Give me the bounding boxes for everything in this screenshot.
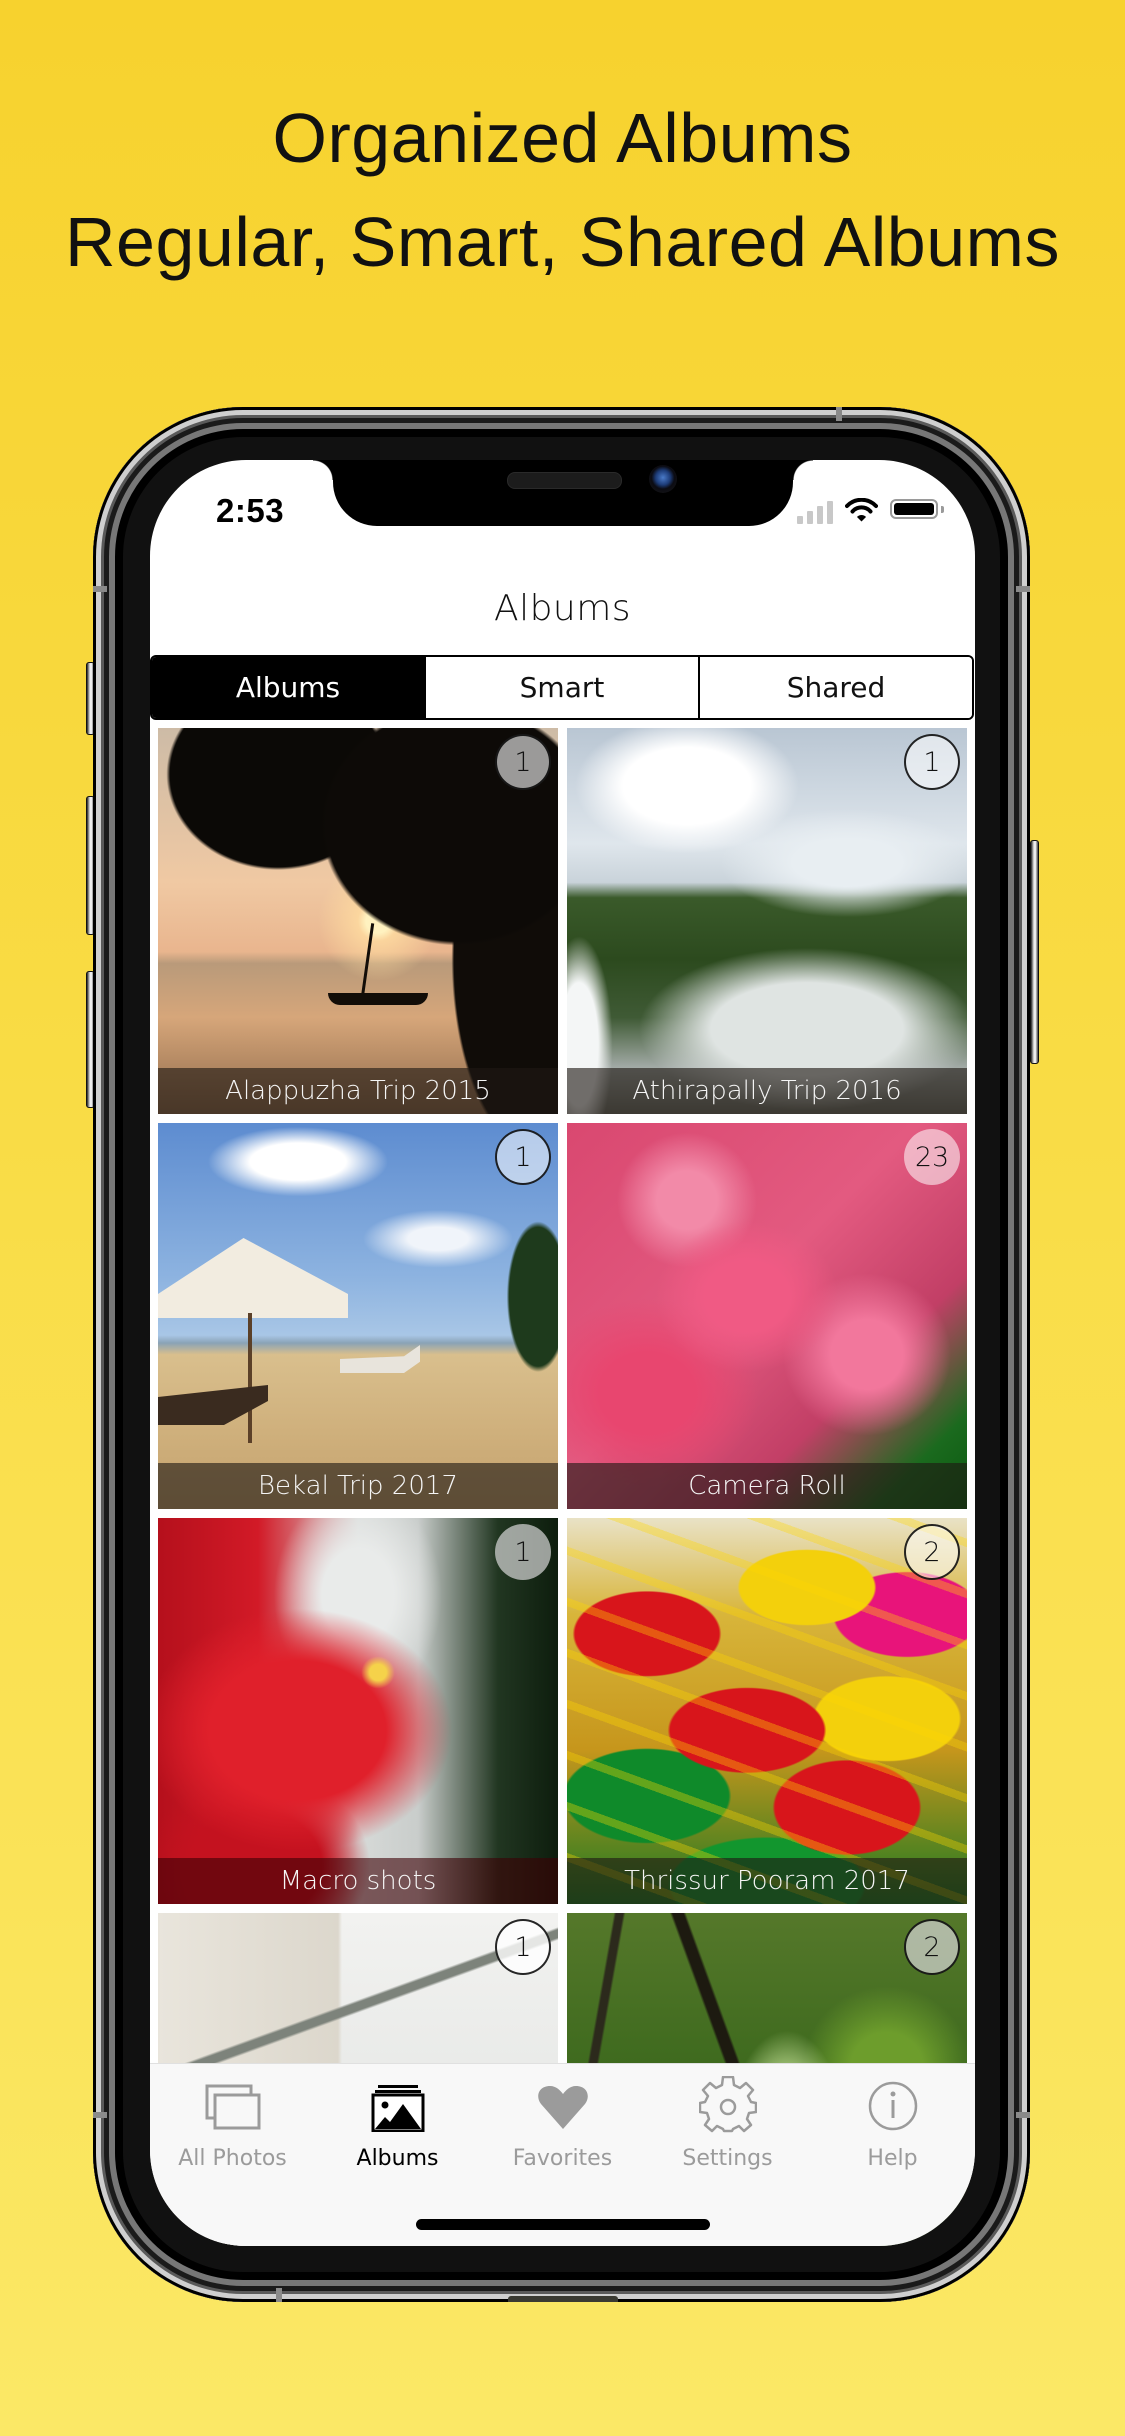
segment-smart[interactable]: Smart bbox=[424, 657, 698, 718]
heart-icon bbox=[537, 2086, 588, 2129]
album-title: Athirapally Trip 2016 bbox=[567, 1068, 967, 1114]
album-cover-image bbox=[567, 1123, 967, 1509]
lightning-port bbox=[508, 2296, 618, 2302]
wifi-icon bbox=[845, 498, 878, 522]
tab-albums[interactable]: Albums bbox=[315, 2064, 480, 2184]
album-cover-image bbox=[158, 1518, 558, 1904]
photo-count-badge: 2 bbox=[904, 1524, 960, 1580]
tab-label: Albums bbox=[356, 2146, 439, 2171]
album-cover-image bbox=[567, 1518, 967, 1904]
tab-settings[interactable]: Settings bbox=[645, 2064, 810, 2184]
album-title: Alappuzha Trip 2015 bbox=[158, 1068, 558, 1114]
album-title: Thrissur Pooram 2017 bbox=[567, 1858, 967, 1904]
photo-count-badge: 1 bbox=[495, 1524, 551, 1580]
tab-label: Help bbox=[867, 2146, 918, 2171]
earpiece-speaker bbox=[507, 472, 622, 489]
photo-count-badge: 2 bbox=[904, 1919, 960, 1975]
battery-tip bbox=[941, 506, 944, 513]
photo-count-badge: 1 bbox=[904, 734, 960, 790]
tab-help[interactable]: Help bbox=[810, 2064, 975, 2184]
album-tile[interactable]: 1 Athirapally Trip 2016 bbox=[567, 728, 967, 1114]
album-tile[interactable]: 2 Thrissur Pooram 2017 bbox=[567, 1518, 967, 1904]
photo-count-badge: 1 bbox=[495, 1129, 551, 1185]
tab-label: All Photos bbox=[178, 2146, 287, 2171]
headline-line-1: Organized Albums bbox=[272, 99, 853, 177]
album-tile[interactable]: 1 Bekal Trip 2017 bbox=[158, 1123, 558, 1509]
boat bbox=[328, 993, 428, 1005]
tab-bar: All Photos Albums Favorites Settings Hel… bbox=[150, 2063, 975, 2246]
tab-all-photos[interactable]: All Photos bbox=[150, 2064, 315, 2184]
headline-line-2: Regular, Smart, Shared Albums bbox=[65, 203, 1060, 281]
antenna-band bbox=[93, 2112, 107, 2118]
album-cover-image bbox=[567, 728, 967, 1114]
tab-label: Favorites bbox=[512, 2146, 613, 2171]
antenna-band bbox=[1016, 586, 1030, 592]
photo-count-badge: 1 bbox=[495, 734, 551, 790]
status-time: 2:53 bbox=[216, 492, 285, 529]
album-tile[interactable]: 23 Camera Roll bbox=[567, 1123, 967, 1509]
album-title: Bekal Trip 2017 bbox=[158, 1463, 558, 1509]
album-title: Camera Roll bbox=[567, 1463, 967, 1509]
album-title: Macro shots bbox=[158, 1858, 558, 1904]
umbrella-pole bbox=[248, 1313, 252, 1443]
photo-count-badge: 23 bbox=[904, 1129, 960, 1185]
album-tile[interactable]: 1 Macro shots bbox=[158, 1518, 558, 1904]
front-camera bbox=[649, 465, 677, 493]
photo-count-badge: 1 bbox=[495, 1919, 551, 1975]
gear-icon bbox=[698, 2076, 757, 2133]
albums-icon bbox=[371, 2085, 424, 2132]
page-title: Albums bbox=[493, 588, 632, 629]
album-type-segmented-control[interactable]: Albums Smart Shared bbox=[150, 655, 974, 720]
home-indicator[interactable] bbox=[416, 2219, 710, 2230]
power-button bbox=[1030, 840, 1039, 1064]
antenna-band bbox=[836, 407, 842, 421]
album-tile[interactable]: 1 Alappuzha Trip 2015 bbox=[158, 728, 558, 1114]
tab-label: Settings bbox=[682, 2146, 773, 2171]
album-cover-image bbox=[158, 728, 558, 1114]
notch bbox=[313, 460, 813, 526]
phone-screen: 2:53 Albums Albums Smart Shared 1 Alappu… bbox=[150, 460, 975, 2246]
antenna-band bbox=[1016, 2112, 1030, 2118]
antenna-band bbox=[276, 2288, 282, 2302]
antenna-band bbox=[93, 586, 107, 592]
segment-shared[interactable]: Shared bbox=[698, 657, 972, 718]
all-photos-icon bbox=[205, 2084, 260, 2130]
info-icon bbox=[868, 2081, 917, 2131]
tab-favorites[interactable]: Favorites bbox=[480, 2064, 645, 2184]
battery-icon bbox=[890, 499, 938, 519]
segment-albums[interactable]: Albums bbox=[152, 657, 424, 718]
